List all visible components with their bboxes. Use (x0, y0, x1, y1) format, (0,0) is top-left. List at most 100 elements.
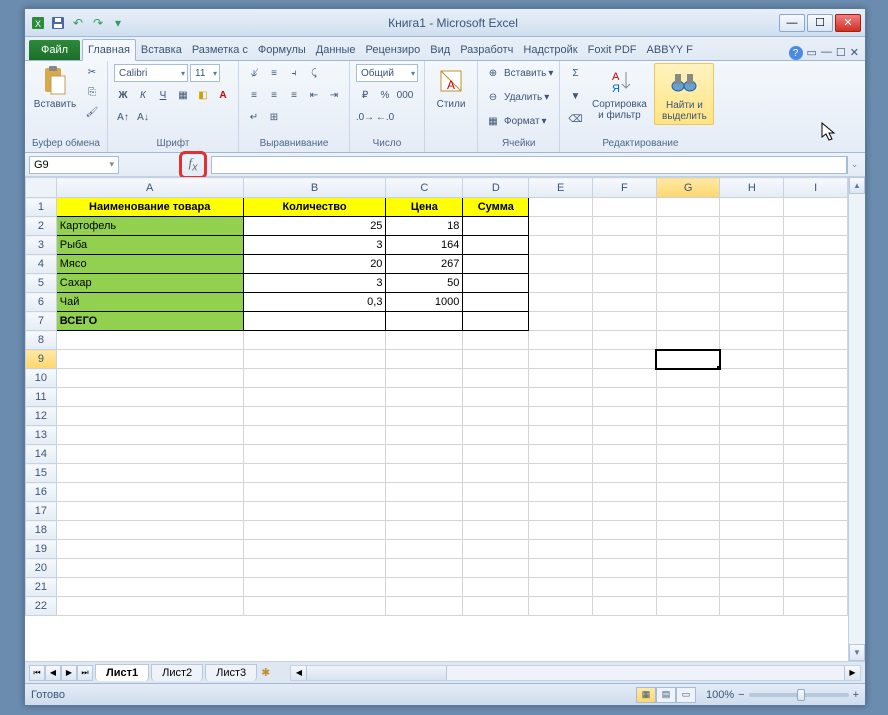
cell-C16[interactable] (386, 483, 463, 502)
cell-C19[interactable] (386, 540, 463, 559)
font-size-combo[interactable]: 11 (190, 64, 220, 82)
cell-F16[interactable] (593, 483, 657, 502)
cell-G14[interactable] (656, 445, 720, 464)
help-icon[interactable]: ? (789, 46, 803, 60)
cell-C11[interactable] (386, 388, 463, 407)
cell-B13[interactable] (243, 426, 386, 445)
cell-I8[interactable] (784, 331, 848, 350)
tab-home[interactable]: Главная (82, 39, 136, 61)
undo-icon[interactable]: ↶ (69, 14, 87, 32)
sheet-tab-2[interactable]: Лист2 (151, 664, 203, 681)
cell-D17[interactable] (463, 502, 529, 521)
cell-H4[interactable] (720, 255, 784, 274)
cell-G3[interactable] (656, 236, 720, 255)
col-header-I[interactable]: I (784, 178, 848, 198)
fill-icon[interactable]: ▼ (566, 87, 584, 105)
sheet-tab-3[interactable]: Лист3 (205, 664, 257, 681)
cell-D1[interactable]: Сумма (463, 198, 529, 217)
cell-C2[interactable]: 18 (386, 217, 463, 236)
cell-I18[interactable] (784, 521, 848, 540)
cell-C20[interactable] (386, 559, 463, 578)
cell-F12[interactable] (593, 407, 657, 426)
new-sheet-icon[interactable]: ✱ (261, 666, 270, 679)
doc-minimize-icon[interactable]: — (821, 46, 832, 60)
cell-H2[interactable] (720, 217, 784, 236)
cell-C14[interactable] (386, 445, 463, 464)
bold-icon[interactable]: Ж (114, 86, 132, 104)
tab-review[interactable]: Рецензиро (361, 40, 426, 60)
maximize-button[interactable]: ☐ (807, 14, 833, 32)
cell-G9[interactable] (656, 350, 720, 369)
cell-A14[interactable] (56, 445, 243, 464)
cell-A4[interactable]: Мясо (56, 255, 243, 274)
cell-G11[interactable] (656, 388, 720, 407)
autosum-icon[interactable]: Σ (566, 64, 584, 82)
cell-H11[interactable] (720, 388, 784, 407)
cell-H14[interactable] (720, 445, 784, 464)
cell-A21[interactable] (56, 578, 243, 597)
cell-H7[interactable] (720, 312, 784, 331)
cell-B17[interactable] (243, 502, 386, 521)
qat-more-icon[interactable]: ▾ (109, 14, 127, 32)
cell-A7[interactable]: ВСЕГО (56, 312, 243, 331)
align-bottom-icon[interactable]: ⫞ (285, 64, 303, 82)
cell-D20[interactable] (463, 559, 529, 578)
cell-D14[interactable] (463, 445, 529, 464)
row-header-16[interactable]: 16 (26, 483, 57, 502)
cell-E11[interactable] (529, 388, 593, 407)
cell-B1[interactable]: Количество (243, 198, 386, 217)
cell-A1[interactable]: Наименование товара (56, 198, 243, 217)
cell-G5[interactable] (656, 274, 720, 293)
tab-layout[interactable]: Разметка с (187, 40, 253, 60)
align-center-icon[interactable]: ≡ (265, 86, 283, 104)
cell-H10[interactable] (720, 369, 784, 388)
cell-E5[interactable] (529, 274, 593, 293)
cell-C9[interactable] (386, 350, 463, 369)
cell-F11[interactable] (593, 388, 657, 407)
col-header-D[interactable]: D (463, 178, 529, 198)
last-sheet-icon[interactable]: ⏭ (77, 665, 93, 681)
cell-D3[interactable] (463, 236, 529, 255)
scroll-down-icon[interactable]: ▼ (849, 644, 865, 661)
cell-I17[interactable] (784, 502, 848, 521)
cell-D6[interactable] (463, 293, 529, 312)
cell-E9[interactable] (529, 350, 593, 369)
fill-color-icon[interactable]: ◧ (194, 86, 212, 104)
scroll-right-icon[interactable]: ▶ (844, 666, 860, 680)
cell-I20[interactable] (784, 559, 848, 578)
cell-A5[interactable]: Сахар (56, 274, 243, 293)
cell-G18[interactable] (656, 521, 720, 540)
cell-D12[interactable] (463, 407, 529, 426)
col-header-F[interactable]: F (593, 178, 657, 198)
cell-F21[interactable] (593, 578, 657, 597)
cell-D16[interactable] (463, 483, 529, 502)
cell-C5[interactable]: 50 (386, 274, 463, 293)
cell-F13[interactable] (593, 426, 657, 445)
align-left-icon[interactable]: ≡ (245, 86, 263, 104)
row-header-9[interactable]: 9 (26, 350, 57, 369)
indent-dec-icon[interactable]: ⇤ (305, 86, 323, 104)
cell-G8[interactable] (656, 331, 720, 350)
cell-E15[interactable] (529, 464, 593, 483)
cell-C10[interactable] (386, 369, 463, 388)
cell-I22[interactable] (784, 597, 848, 616)
insert-cells-label[interactable]: Вставить (504, 68, 546, 79)
row-header-13[interactable]: 13 (26, 426, 57, 445)
insert-cells-icon[interactable]: ⊕ (484, 64, 502, 82)
format-cells-icon[interactable]: ▦ (484, 112, 502, 130)
cell-B7[interactable] (243, 312, 386, 331)
cell-F4[interactable] (593, 255, 657, 274)
cell-C3[interactable]: 164 (386, 236, 463, 255)
cell-I10[interactable] (784, 369, 848, 388)
cell-H15[interactable] (720, 464, 784, 483)
cell-E7[interactable] (529, 312, 593, 331)
cell-A15[interactable] (56, 464, 243, 483)
cell-B12[interactable] (243, 407, 386, 426)
cell-D5[interactable] (463, 274, 529, 293)
merge-icon[interactable]: ⊞ (265, 108, 283, 126)
cell-I15[interactable] (784, 464, 848, 483)
copy-icon[interactable]: ⎘ (83, 83, 101, 101)
delete-cells-label[interactable]: Удалить (504, 92, 542, 103)
cell-A8[interactable] (56, 331, 243, 350)
cell-A16[interactable] (56, 483, 243, 502)
